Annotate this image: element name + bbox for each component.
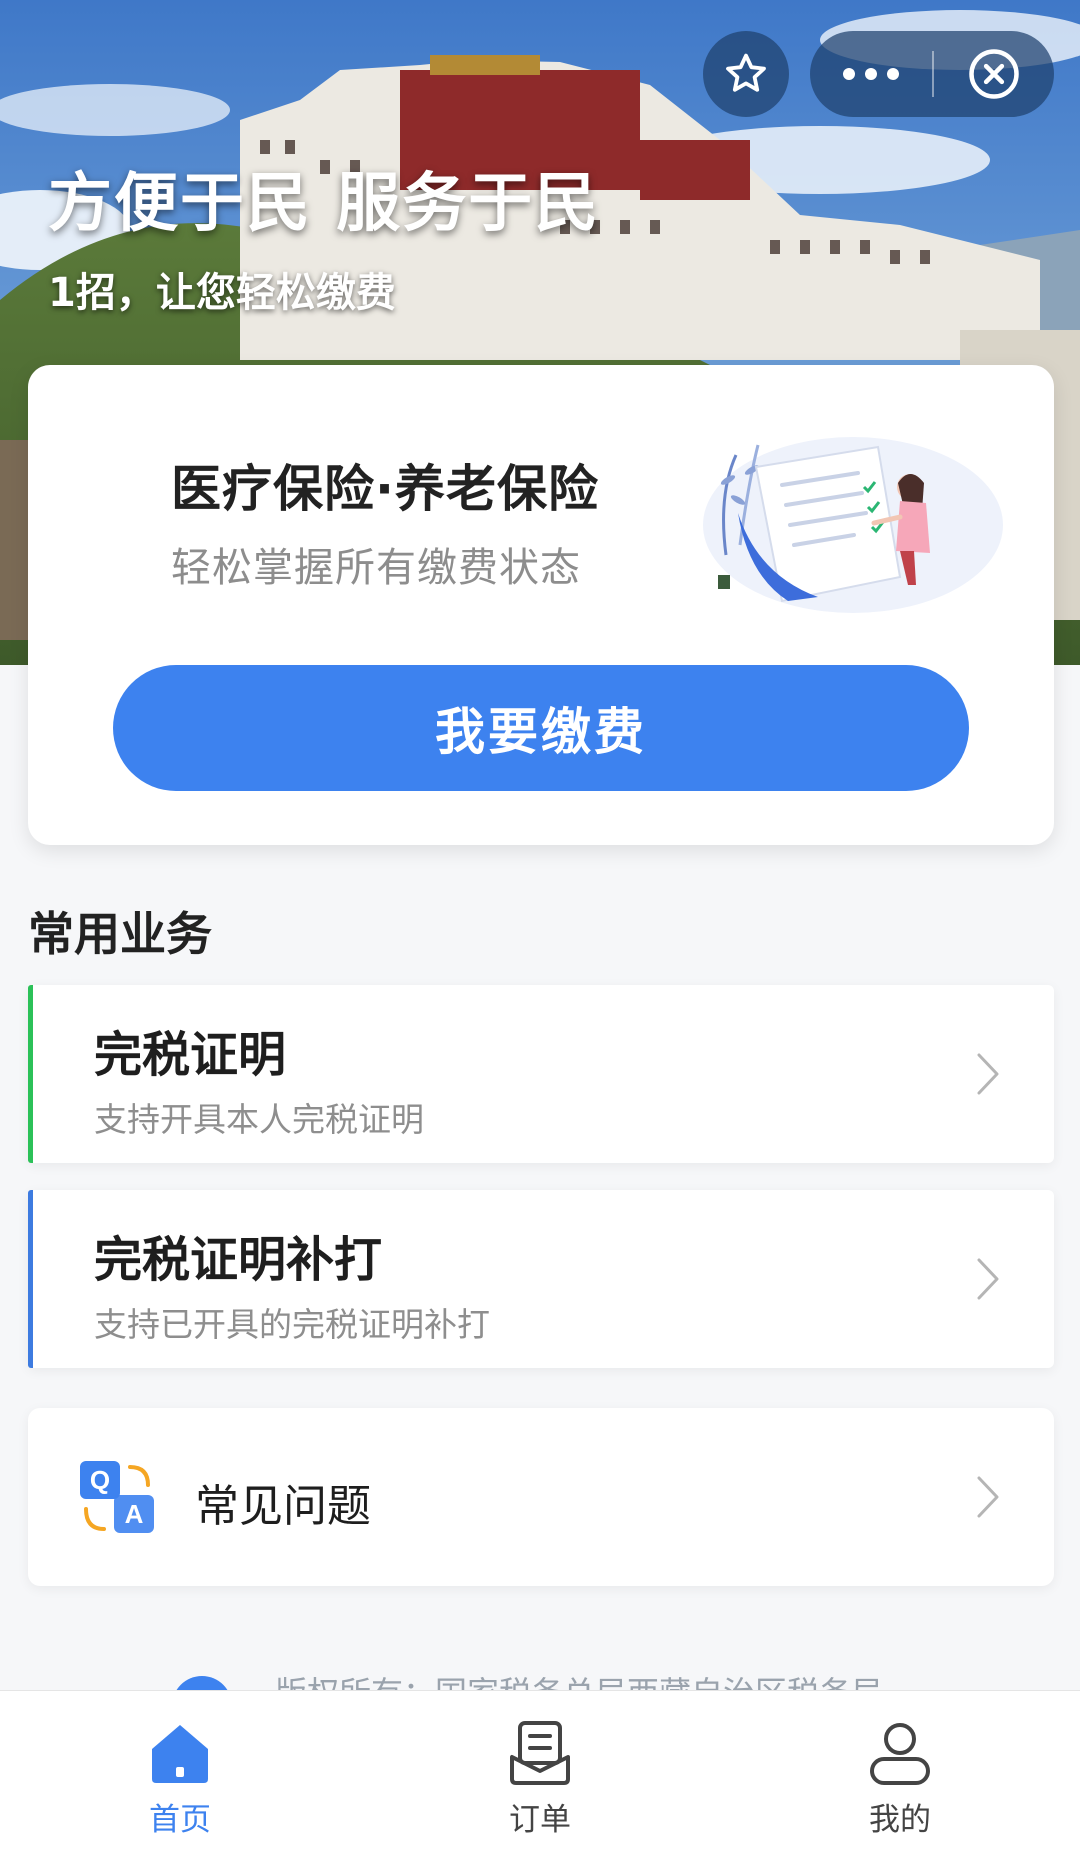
faq-item[interactable]: Q A 常见问题 xyxy=(28,1408,1054,1586)
favorite-button[interactable] xyxy=(703,31,789,117)
mini-program-capsule xyxy=(810,31,1054,117)
hero-title: 方便于民 服务于民 xyxy=(48,167,601,241)
tab-label: 首页 xyxy=(149,1802,211,1838)
more-button[interactable] xyxy=(810,31,932,117)
item-title: 完税证明补打 xyxy=(94,1232,383,1288)
card-title: 医疗保险·养老保险 xyxy=(171,460,599,518)
insurance-card: 医疗保险·养老保险 轻松掌握所有缴费状态 我要缴费 xyxy=(28,365,1054,845)
home-icon xyxy=(152,1725,208,1783)
svg-text:A: A xyxy=(125,1499,144,1529)
chevron-right-icon xyxy=(977,1053,999,1095)
card-subtitle: 轻松掌握所有缴费状态 xyxy=(171,545,581,591)
tab-orders[interactable]: 订单 xyxy=(440,1691,640,1852)
list-item-tax-certificate-reprint[interactable]: 完税证明补打 支持已开具的完税证明补打 xyxy=(28,1190,1054,1368)
item-accent-bar xyxy=(28,1190,33,1368)
more-dots-icon xyxy=(843,68,899,80)
hero-subtitle: 1招，让您轻松缴费 xyxy=(48,270,396,316)
bottom-tab-bar: 首页 订单 我的 xyxy=(0,1690,1080,1852)
chevron-right-icon xyxy=(977,1258,999,1300)
item-title: 完税证明 xyxy=(94,1027,287,1083)
pay-button[interactable]: 我要缴费 xyxy=(113,665,969,791)
section-title: 常用业务 xyxy=(28,907,212,961)
user-icon xyxy=(870,1723,930,1785)
svg-text:Q: Q xyxy=(90,1465,110,1495)
chevron-right-icon xyxy=(977,1476,999,1518)
item-subtitle: 支持开具本人完税证明 xyxy=(94,1100,424,1139)
item-accent-bar xyxy=(28,985,33,1163)
tab-home[interactable]: 首页 xyxy=(80,1691,280,1852)
faq-label: 常见问题 xyxy=(195,1481,371,1532)
tab-mine[interactable]: 我的 xyxy=(800,1691,1000,1852)
item-subtitle: 支持已开具的完税证明补打 xyxy=(94,1305,490,1344)
close-button[interactable] xyxy=(934,31,1054,117)
order-icon xyxy=(510,1721,570,1785)
close-circle-icon xyxy=(969,49,1019,99)
star-icon xyxy=(726,53,766,92)
tab-label: 订单 xyxy=(509,1802,571,1838)
document-illustration xyxy=(703,437,1003,613)
tab-label: 我的 xyxy=(869,1802,931,1838)
qa-icon: Q A xyxy=(80,1461,154,1533)
list-item-tax-certificate[interactable]: 完税证明 支持开具本人完税证明 xyxy=(28,985,1054,1163)
